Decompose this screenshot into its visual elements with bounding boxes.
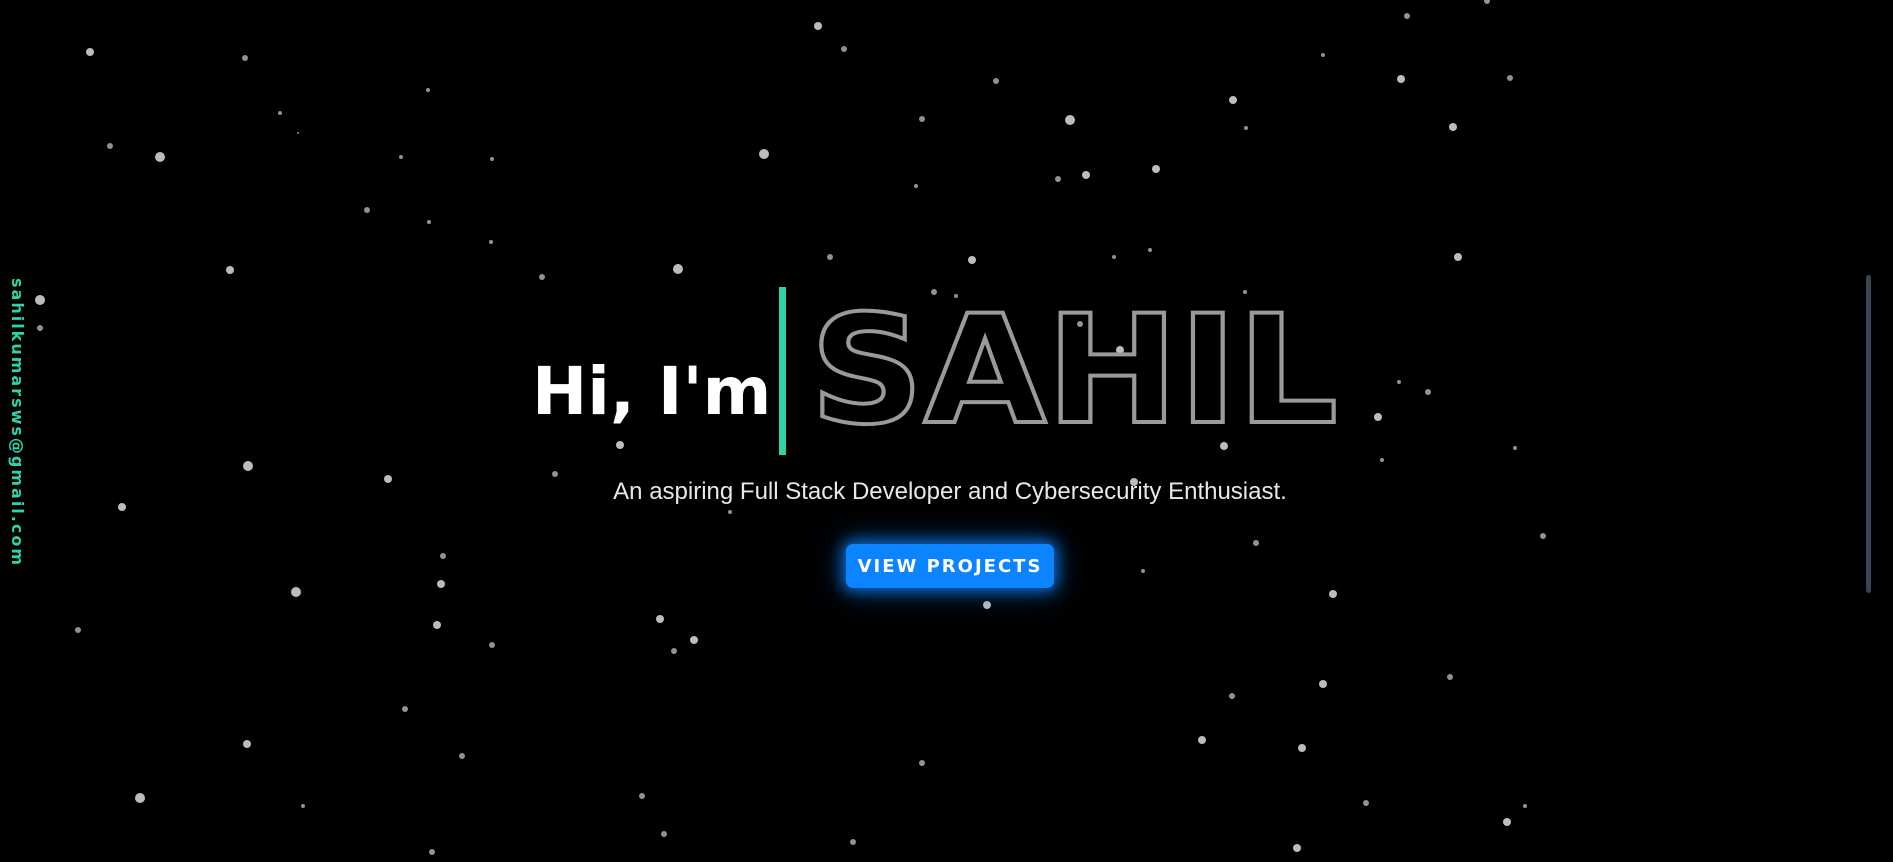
- hero-section: Hi, I'm SAHIL An aspiring Full Stack Dev…: [0, 0, 1893, 862]
- typing-cursor: [779, 287, 786, 455]
- scrollbar-thumb[interactable]: [1866, 275, 1871, 593]
- name-outline-heading: SAHIL: [808, 300, 1340, 440]
- name-text: SAHIL: [810, 300, 1338, 440]
- view-projects-button[interactable]: VIEW PROJECTS: [846, 544, 1054, 588]
- greeting-heading: Hi, I'm: [532, 353, 772, 430]
- tagline-text: An aspiring Full Stack Developer and Cyb…: [613, 478, 1287, 505]
